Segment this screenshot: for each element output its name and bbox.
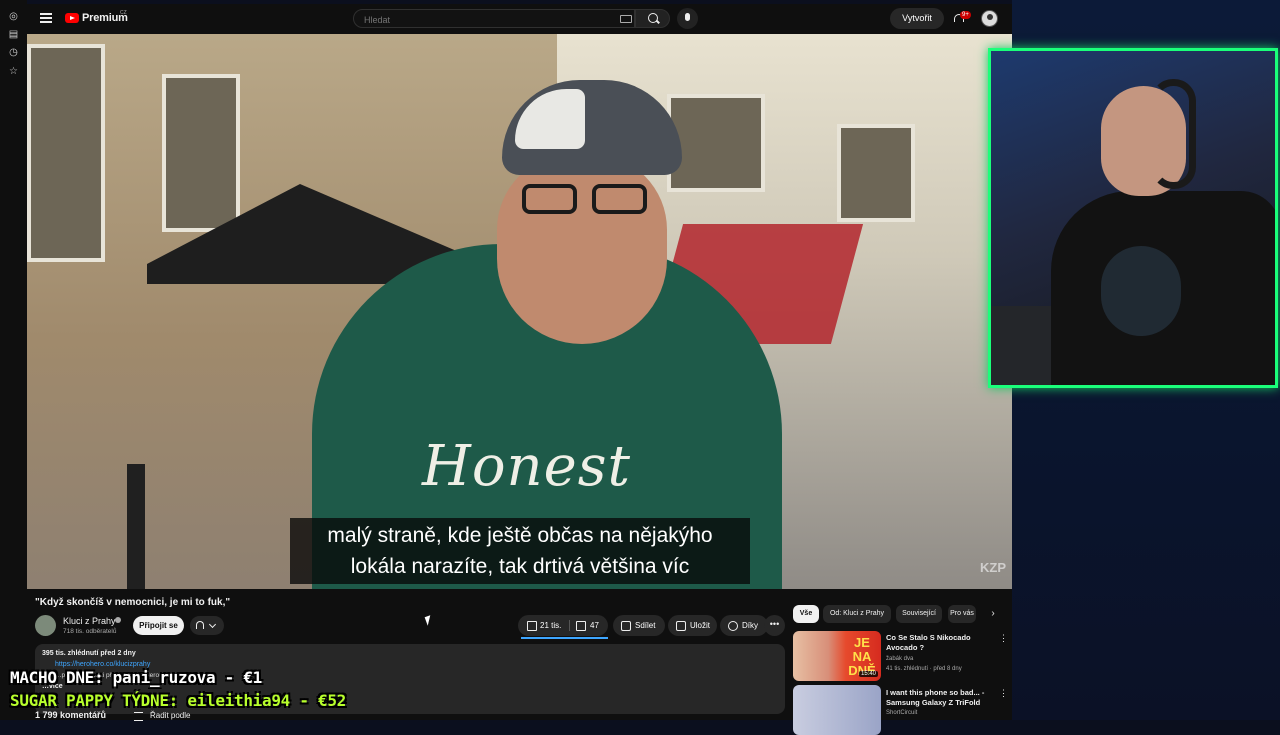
window	[27, 44, 105, 262]
like-ratio-bar	[521, 637, 608, 639]
account-avatar[interactable]	[981, 10, 998, 27]
more-actions-button[interactable]: •••	[764, 615, 785, 636]
keyboard-icon[interactable]	[620, 15, 632, 23]
shirt-print	[1101, 246, 1181, 336]
video-duration: 15:40	[859, 671, 879, 677]
share-button[interactable]: Sdílet	[613, 615, 665, 636]
subscribed-bell-button[interactable]	[190, 616, 224, 635]
subscriber-count: 718 tis. odběratelů	[63, 628, 117, 635]
search-icon	[648, 13, 658, 23]
donation-overlay-weekly: SUGAR PAPPY TÝDNE: eileithia94 - €52	[10, 691, 346, 710]
save-label: Uložit	[690, 621, 711, 630]
verified-icon	[115, 617, 121, 623]
video-player[interactable]: Honest malý straně, kde ještě občas na n…	[27, 34, 1012, 589]
chevron-down-icon	[208, 620, 217, 629]
headphones	[1151, 79, 1196, 189]
more-vert-icon[interactable]: ⋮	[999, 688, 1008, 699]
share-label: Sdílet	[635, 621, 656, 630]
chip-for-you[interactable]: Pro vás	[948, 605, 976, 623]
webcam-overlay	[988, 48, 1278, 388]
thumbs-down-icon[interactable]	[576, 621, 586, 631]
recommended-channel[interactable]: žabák dva	[886, 656, 913, 662]
like-count[interactable]: 21 tis.	[540, 615, 561, 636]
join-button[interactable]: Připojit se	[133, 616, 184, 635]
save-button[interactable]: Uložit	[668, 615, 717, 636]
recommended-meta: 41 tis. zhlédnutí · před 8 dny	[886, 666, 962, 672]
subtitles: malý straně, kde ještě občas na nějakýho…	[290, 518, 750, 584]
window	[162, 74, 240, 232]
recommended-title[interactable]: I want this phone so bad... - Samsung Ga…	[886, 688, 996, 708]
comments-count: 1 799 komentářů	[35, 710, 107, 720]
thanks-button[interactable]: Díky	[720, 615, 768, 636]
search-box[interactable]	[353, 9, 635, 29]
recommended-title[interactable]: Co Se Stalo S Nikocado Avocado ?	[886, 633, 996, 653]
mic-icon	[685, 13, 690, 21]
bollard	[127, 464, 145, 589]
person-face	[497, 154, 667, 344]
subtitle-line: malý straně, kde ještě občas na nějakýho	[327, 524, 713, 547]
thanks-icon	[728, 621, 738, 631]
channel-name[interactable]: Kluci z Prahy	[63, 616, 116, 626]
dislike-count[interactable]: 47	[590, 615, 599, 636]
description-link[interactable]: https://herohero.co/klucizprahy	[55, 661, 150, 668]
video-thumbnail[interactable]	[793, 685, 881, 735]
divider	[569, 620, 570, 631]
chevron-right-icon[interactable]: ›	[985, 605, 1001, 623]
create-button[interactable]: Vytvořit	[890, 8, 944, 29]
library-icon[interactable]: ▤	[8, 29, 19, 40]
like-dislike-group: 21 tis. 47	[518, 615, 608, 636]
youtube-logo-icon[interactable]	[65, 13, 79, 23]
search-button[interactable]	[635, 9, 670, 28]
recommended-channel[interactable]: ShortCircuit	[886, 710, 917, 716]
subtitle-line: lokála narazíte, tak drtivá většina víc	[350, 555, 690, 578]
hoodie-print: Honest	[422, 434, 631, 499]
video-title: "Když skončíš v nemocnici, je mi to fuk,…	[35, 597, 231, 608]
compass-icon[interactable]: ◎	[8, 11, 19, 22]
search-input[interactable]	[354, 11, 604, 29]
bookmark-icon	[676, 621, 686, 631]
share-icon	[621, 621, 631, 631]
left-rail: ◎ ▤ ◷ ☆	[0, 0, 27, 720]
star-icon[interactable]: ☆	[8, 66, 19, 77]
glasses	[522, 184, 662, 218]
donation-overlay-daily: MACHO DNE: pani_ruzova - €1	[10, 668, 262, 687]
menu-icon[interactable]	[40, 13, 52, 23]
view-stats: 395 tis. zhlédnutí před 2 dny	[42, 650, 136, 657]
window	[837, 124, 915, 222]
thanks-label: Díky	[742, 621, 758, 630]
bell-icon	[196, 621, 204, 629]
sort-button[interactable]: Řadit podle	[150, 711, 190, 720]
voice-search-button[interactable]	[677, 8, 698, 29]
more-vert-icon[interactable]: ⋮	[999, 633, 1008, 644]
channel-avatar[interactable]	[35, 615, 56, 636]
chip-from-channel[interactable]: Od: Kluci z Prahy	[823, 605, 891, 623]
notification-badge: 9+	[960, 11, 971, 19]
country-code: CZ	[120, 10, 127, 16]
window	[667, 94, 765, 192]
chip-related[interactable]: Související	[896, 605, 942, 623]
chip-all[interactable]: Vše	[793, 605, 819, 623]
thumbs-up-icon[interactable]	[527, 621, 537, 631]
channel-watermark: KZP	[980, 560, 1006, 575]
history-icon[interactable]: ◷	[8, 47, 19, 58]
